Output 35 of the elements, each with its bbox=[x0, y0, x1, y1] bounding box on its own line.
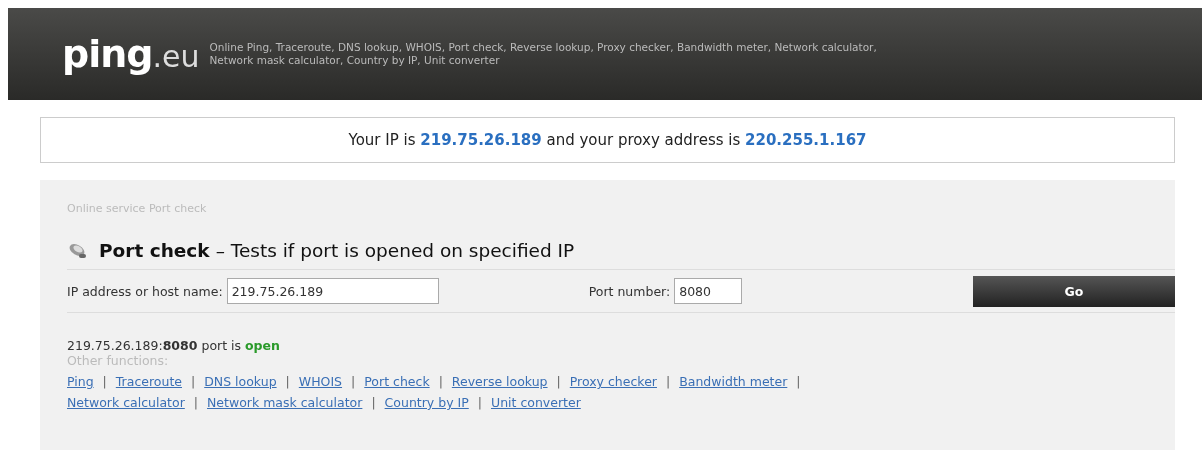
result-text: 219.75.26.189:8080 port is open bbox=[67, 338, 281, 353]
function-link[interactable]: Network calculator bbox=[67, 395, 185, 410]
port-input-field[interactable]: 8080 bbox=[674, 278, 743, 304]
link-separator: | bbox=[351, 374, 356, 389]
link-separator: | bbox=[665, 374, 671, 389]
function-link[interactable]: Proxy checker bbox=[569, 374, 657, 389]
link-separator: | bbox=[438, 374, 443, 389]
function-link[interactable]: Country by IP bbox=[384, 395, 469, 410]
site-tagline: Network mask calculator, Country by IP, Unit converter bbox=[209, 54, 501, 67]
ip-info-text: Your IP is 219.75.26.189 and your proxy address is 220.255.1.167 bbox=[348, 131, 867, 149]
go-button[interactable]: Go bbox=[973, 275, 1175, 307]
field-label: IP address or host name: bbox=[67, 283, 223, 299]
link-separator: | bbox=[371, 395, 376, 410]
function-link[interactable]: WHOIS bbox=[298, 374, 343, 389]
link-separator: | bbox=[477, 395, 482, 410]
page-title: Port check – Tests if port is opened on specified IP bbox=[99, 240, 575, 261]
function-link[interactable]: Network mask calculator bbox=[207, 395, 363, 410]
function-link[interactable]: Ping bbox=[67, 374, 94, 389]
link-separator: | bbox=[191, 374, 196, 389]
field-label: Port number: bbox=[588, 283, 671, 299]
function-link[interactable]: Reverse lookup bbox=[451, 374, 548, 389]
function-link[interactable]: DNS lookup bbox=[204, 374, 277, 389]
dish-icon bbox=[67, 241, 89, 260]
site-logo[interactable]: ping.eu bbox=[62, 32, 200, 76]
link-separator: | bbox=[102, 374, 107, 389]
link-separator: | bbox=[285, 374, 290, 389]
function-link[interactable]: Unit converter bbox=[491, 395, 581, 410]
link-separator: | bbox=[556, 374, 561, 389]
link-separator: | bbox=[796, 374, 801, 389]
function-link[interactable]: Bandwidth meter bbox=[679, 374, 788, 389]
function-link[interactable]: Port check bbox=[364, 374, 430, 389]
site-tagline: Online Ping, Traceroute, DNS lookup, WHOIS, Port check, Reverse lookup, Proxy checker, Bandwidth meter, Network calculator, bbox=[209, 41, 877, 54]
host-input-field[interactable]: 219.75.26.189 bbox=[226, 278, 439, 304]
function-link[interactable]: Traceroute bbox=[115, 374, 182, 389]
link-separator: | bbox=[193, 395, 198, 410]
